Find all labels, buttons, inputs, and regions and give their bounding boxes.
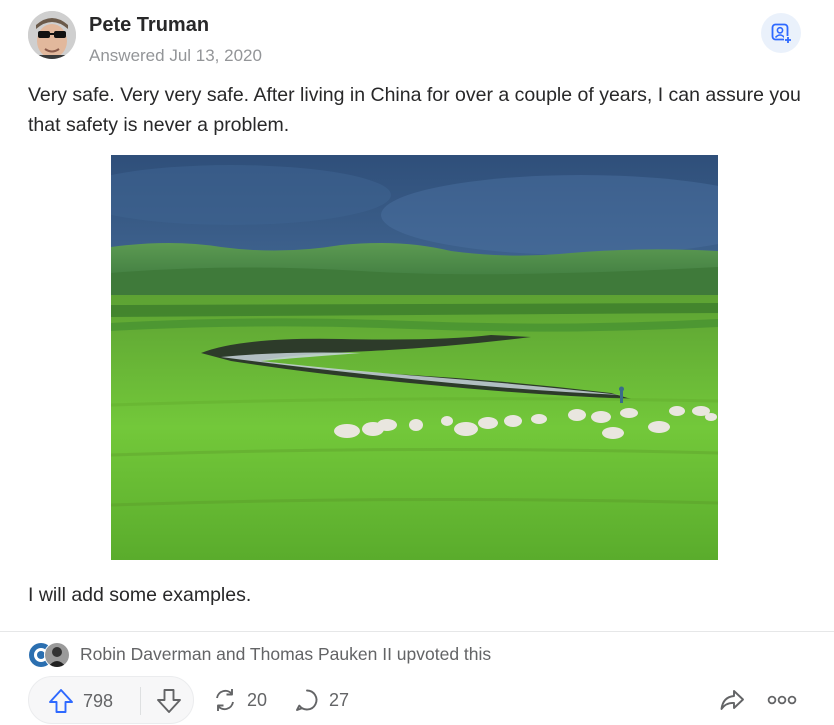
answered-date[interactable]: Answered Jul 13, 2020	[89, 46, 262, 66]
upvoters-text: Robin Daverman and Thomas Pauken II upvo…	[80, 643, 492, 664]
arrow-down-icon	[157, 689, 181, 713]
more-dots-icon	[767, 695, 797, 705]
upvote-count: 798	[83, 690, 114, 711]
avatar[interactable]	[28, 11, 76, 59]
answer-card: Pete Truman Answered Jul 13, 2020 Very s…	[0, 0, 834, 724]
answer-body: Very safe. Very very safe. After living …	[28, 80, 808, 140]
vote-pill: 798	[28, 676, 194, 724]
answer-image[interactable]	[111, 155, 718, 560]
downvote-button[interactable]	[148, 677, 190, 725]
reshare-count: 20	[247, 689, 268, 710]
action-bar: 798 20 27	[28, 676, 808, 724]
upvoter-avatar	[44, 642, 70, 668]
answer-footer-text: I will add some examples.	[28, 584, 252, 606]
answer-header: Pete Truman Answered Jul 13, 2020	[28, 10, 808, 66]
share-button[interactable]	[714, 676, 750, 724]
vote-separator	[140, 687, 141, 715]
divider	[0, 631, 834, 632]
author-name[interactable]: Pete Truman	[89, 14, 209, 37]
comment-count: 27	[329, 689, 350, 710]
arrow-up-icon	[49, 689, 73, 713]
answer-paragraph: Very safe. Very very safe. After living …	[28, 84, 801, 136]
add-user-icon	[771, 23, 792, 44]
reshare-icon	[216, 689, 234, 711]
reshare-button[interactable]: 20	[211, 676, 267, 724]
comment-button[interactable]: 27	[293, 676, 349, 724]
comment-icon	[296, 689, 318, 711]
follow-button[interactable]	[761, 13, 801, 53]
share-arrow-icon	[720, 690, 744, 710]
more-options-button[interactable]	[764, 676, 800, 724]
upvoter-avatars	[28, 641, 76, 668]
upvote-button[interactable]: 798	[47, 677, 113, 725]
upvoters-row[interactable]: Robin Daverman and Thomas Pauken II upvo…	[28, 640, 808, 668]
